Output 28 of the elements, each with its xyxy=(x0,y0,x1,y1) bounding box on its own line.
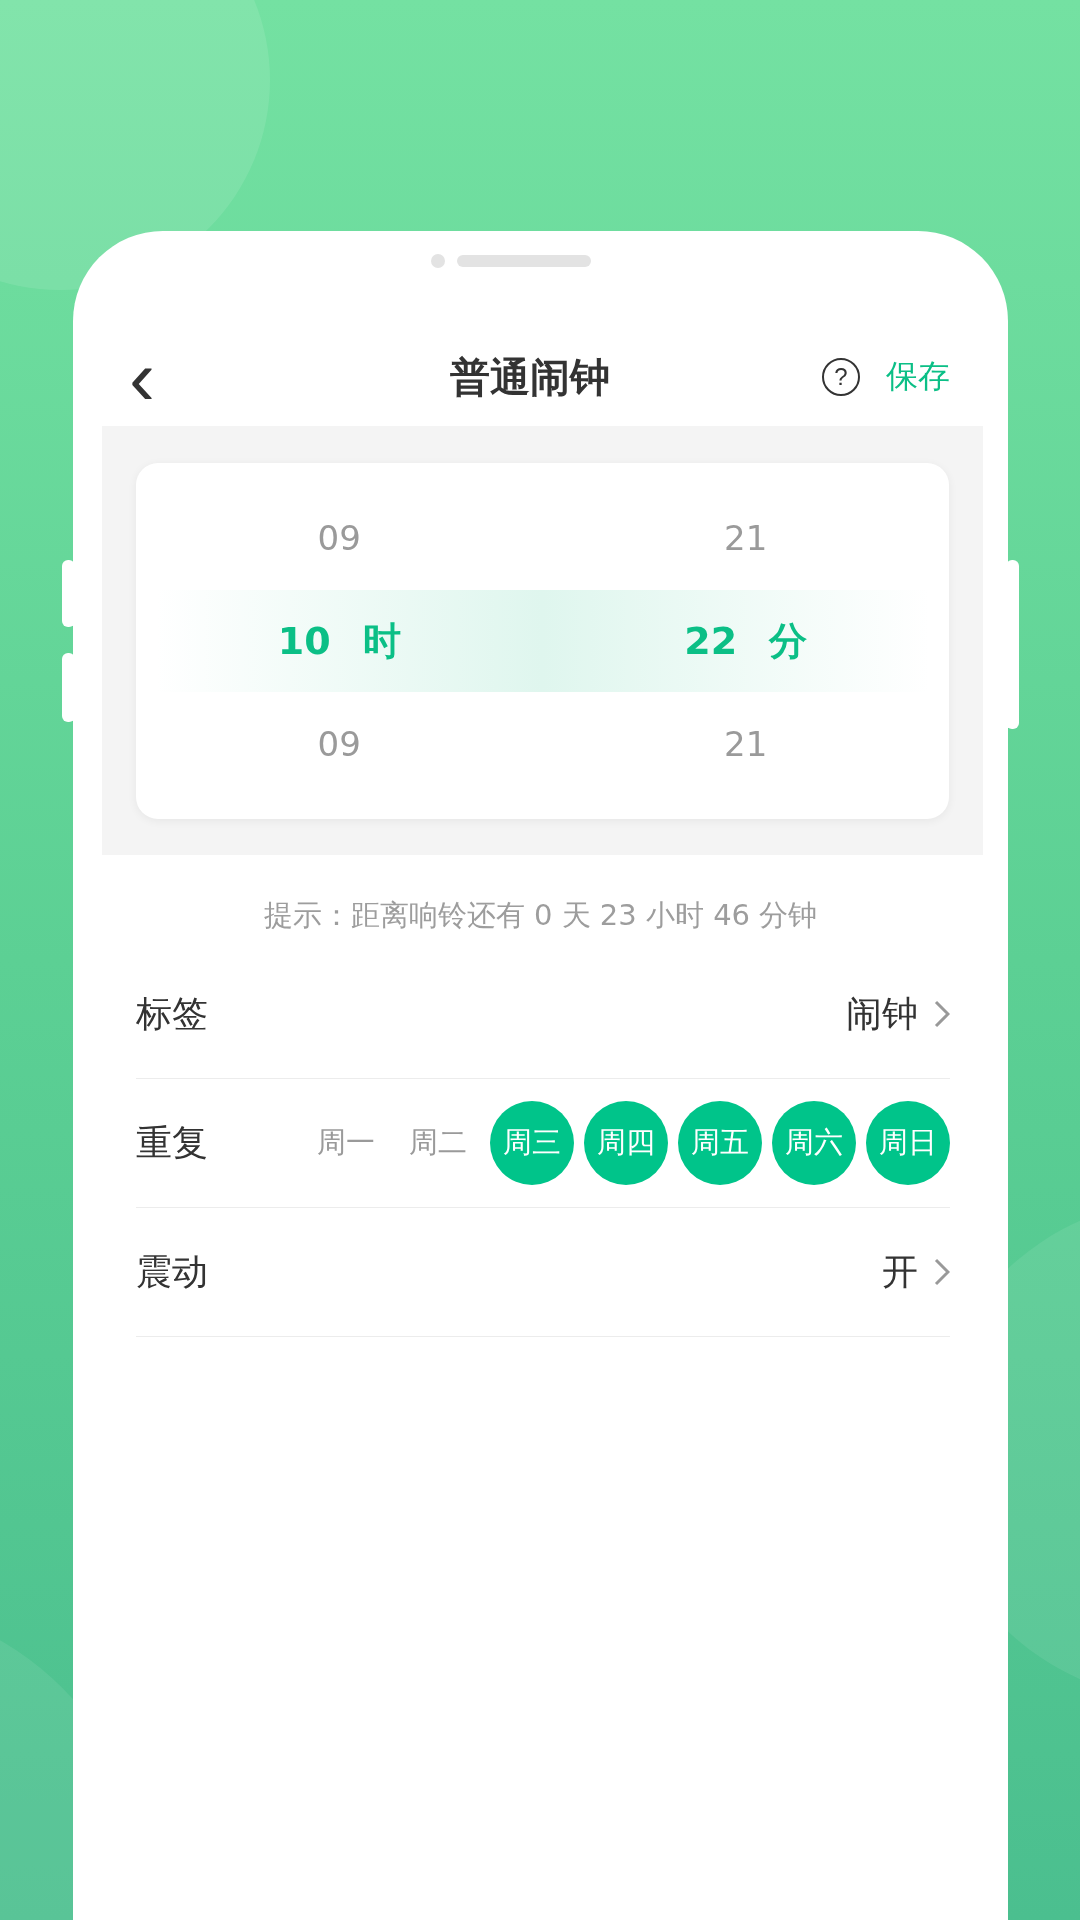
picker-value[interactable]: 22 xyxy=(684,619,738,663)
row-value[interactable]: 开 xyxy=(882,1247,918,1297)
help-button[interactable]: ? xyxy=(822,358,860,396)
weekday-toggle[interactable]: 周六 xyxy=(772,1101,856,1185)
picker-unit: 分 xyxy=(769,617,808,665)
row-value[interactable]: 闹钟 xyxy=(846,989,918,1039)
save-button[interactable]: 保存 xyxy=(886,355,950,399)
weekday-toggle[interactable]: 周一 xyxy=(304,1101,388,1185)
row-label: 震动 xyxy=(136,1249,209,1294)
row-label: 标签 xyxy=(136,991,209,1036)
picker-value[interactable]: 09 xyxy=(317,518,361,558)
back-button[interactable]: ‹ xyxy=(117,338,167,416)
weekday-toggle[interactable]: 周三 xyxy=(490,1101,574,1185)
camera-dot xyxy=(430,254,445,268)
hint-text: 提示：距离响铃还有 0 天 23 小时 46 分钟 xyxy=(262,897,819,934)
picker-value[interactable]: 09 xyxy=(317,724,361,764)
picker-value[interactable]: 10 xyxy=(277,619,331,663)
weekday-toggle[interactable]: 周日 xyxy=(866,1101,950,1185)
weekday-toggle[interactable]: 周四 xyxy=(584,1101,668,1185)
picker-value[interactable]: 21 xyxy=(724,724,768,764)
chevron-right-icon xyxy=(934,1000,950,1028)
page-title: 普通闹钟 xyxy=(448,352,611,402)
picker-unit: 时 xyxy=(362,617,401,665)
weekday-toggle[interactable]: 周二 xyxy=(396,1101,480,1185)
chevron-right-icon xyxy=(934,1258,950,1286)
weekday-toggle[interactable]: 周五 xyxy=(678,1101,762,1185)
row-label: 重复 xyxy=(136,1120,209,1165)
picker-value[interactable]: 21 xyxy=(724,518,768,558)
